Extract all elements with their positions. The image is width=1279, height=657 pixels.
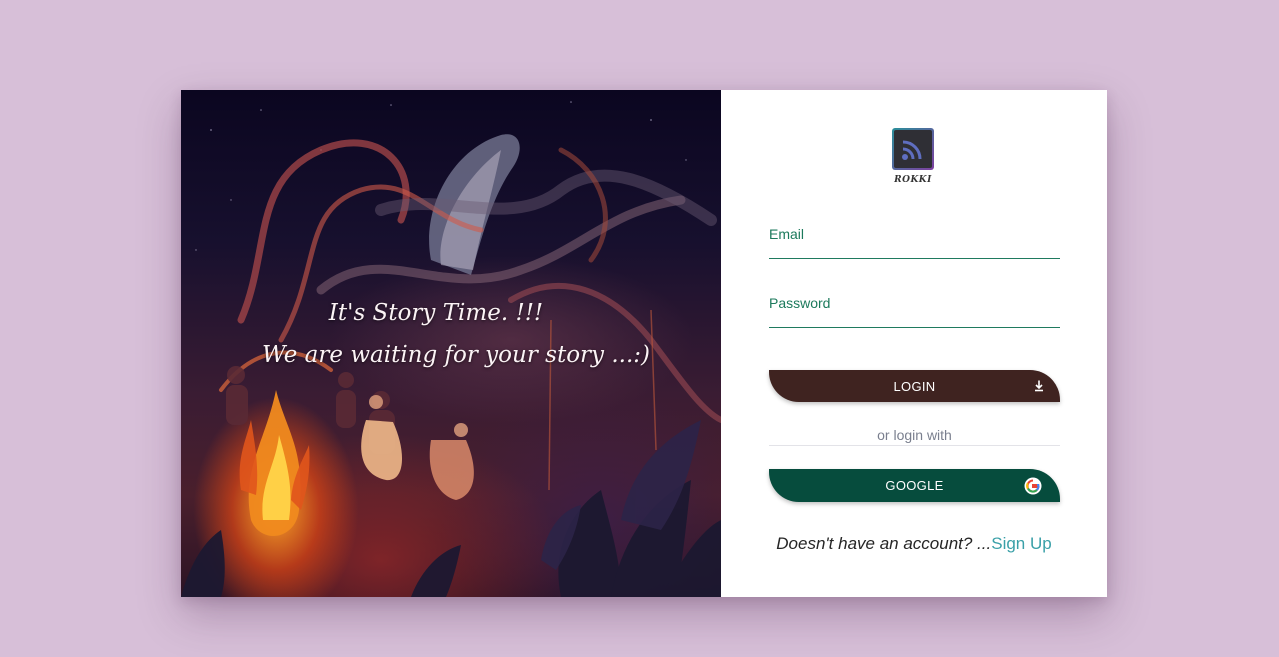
google-button-label: GOOGLE (885, 478, 944, 493)
brand-name: ROKKI (894, 175, 932, 185)
hero-caption-line-1: It's Story Time. !!! (328, 300, 544, 326)
email-input[interactable] (769, 240, 1060, 256)
email-field[interactable]: Email (769, 222, 1060, 259)
login-panel: ROKKI Email Password LOGIN or login with… (721, 90, 1107, 597)
hero-illustration: It's Story Time. !!! We are waiting for … (181, 90, 721, 597)
password-input[interactable] (769, 309, 1060, 325)
signup-question: Doesn't have an account? ... (776, 534, 992, 553)
login-button-label: LOGIN (893, 378, 936, 394)
signup-prompt: Doesn't have an account? ...Sign Up (721, 534, 1107, 554)
rss-icon (902, 140, 922, 160)
login-card: It's Story Time. !!! We are waiting for … (181, 90, 1107, 597)
google-login-button[interactable]: GOOGLE (769, 469, 1060, 502)
login-button[interactable]: LOGIN (769, 370, 1060, 402)
download-icon (1034, 380, 1044, 392)
google-icon (1024, 477, 1042, 495)
password-field[interactable]: Password (769, 291, 1060, 328)
brand-logo (892, 128, 934, 170)
login-divider: or login with (769, 427, 1060, 446)
signup-link[interactable]: Sign Up (991, 534, 1051, 553)
hero-caption: It's Story Time. !!! We are waiting for … (181, 292, 721, 376)
hero-caption-line-2: We are waiting for your story ...:) (262, 342, 650, 368)
